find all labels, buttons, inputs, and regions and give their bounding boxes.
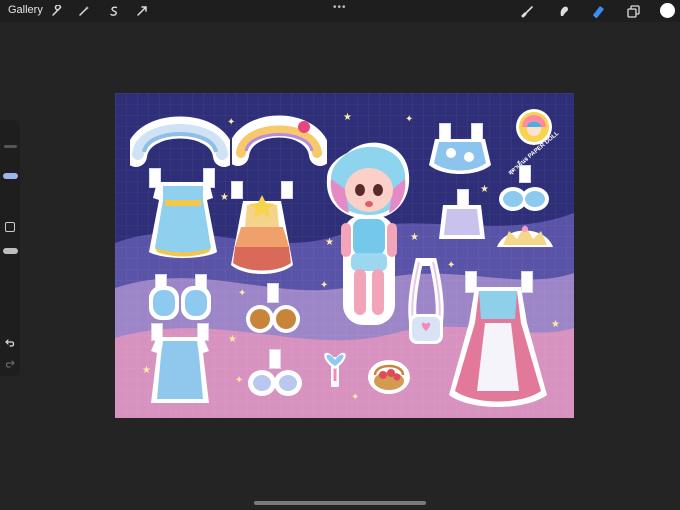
brown-shoes-sticker[interactable] [245, 283, 301, 339]
brush-size-track [4, 145, 17, 148]
undo-button[interactable] [4, 337, 16, 349]
brush-icon[interactable] [520, 3, 536, 19]
brush-size-slider[interactable] [3, 173, 18, 179]
cloud-top-sticker[interactable] [427, 123, 493, 183]
sneakers-sticker[interactable] [247, 349, 303, 405]
eraser-icon[interactable] [590, 3, 606, 19]
color-picker-button[interactable] [660, 3, 675, 18]
sparkle-icon: ✦ [235, 375, 244, 386]
star-icon: ★ [343, 112, 352, 123]
top-toolbar: Gallery ••• [0, 0, 680, 22]
rainbow-headband-sticker[interactable] [227, 107, 331, 167]
lilac-shorts-sticker[interactable] [437, 189, 487, 241]
blue-sandals-sticker[interactable] [499, 165, 549, 217]
blue-smock-dress-sticker[interactable] [147, 323, 213, 405]
magic-wand-icon[interactable] [76, 3, 92, 19]
opacity-slider[interactable] [3, 248, 18, 254]
blue-dress-sticker[interactable] [143, 168, 223, 260]
handbag-sticker[interactable] [407, 258, 445, 348]
canvas-artwork[interactable]: ✦ ✦ ★ ★ ★ ★ ★ ✦ ✦ ✦ ★ ★ ★ ✦ ✦ สุดาเย็นจ … [115, 93, 574, 418]
sparkle-icon: ✦ [351, 392, 360, 403]
star-icon: ★ [551, 319, 560, 330]
cake-dress-sticker[interactable] [227, 181, 297, 274]
lace-headband-sticker[interactable] [125, 108, 235, 168]
blue-booties-sticker[interactable] [147, 268, 213, 324]
heart-wand-sticker[interactable] [317, 341, 353, 389]
redo-button[interactable] [4, 358, 16, 370]
selection-icon[interactable] [106, 3, 122, 19]
gallery-button[interactable]: Gallery [8, 4, 43, 16]
modify-button[interactable] [4, 221, 16, 233]
tiara-sticker[interactable] [495, 219, 555, 253]
sparkle-icon: ✦ [447, 260, 456, 271]
side-toolbar [0, 120, 20, 376]
pink-gown-sticker[interactable] [445, 271, 551, 407]
more-menu-icon[interactable]: ••• [333, 2, 347, 13]
layers-icon[interactable] [625, 3, 641, 19]
smudge-icon[interactable] [556, 3, 572, 19]
sparkle-icon: ✦ [405, 114, 414, 125]
transform-icon[interactable] [134, 3, 150, 19]
home-indicator [254, 501, 426, 505]
wrench-icon[interactable] [49, 3, 65, 19]
flower-basket-sticker[interactable] [367, 355, 411, 395]
star-icon: ★ [228, 334, 237, 345]
